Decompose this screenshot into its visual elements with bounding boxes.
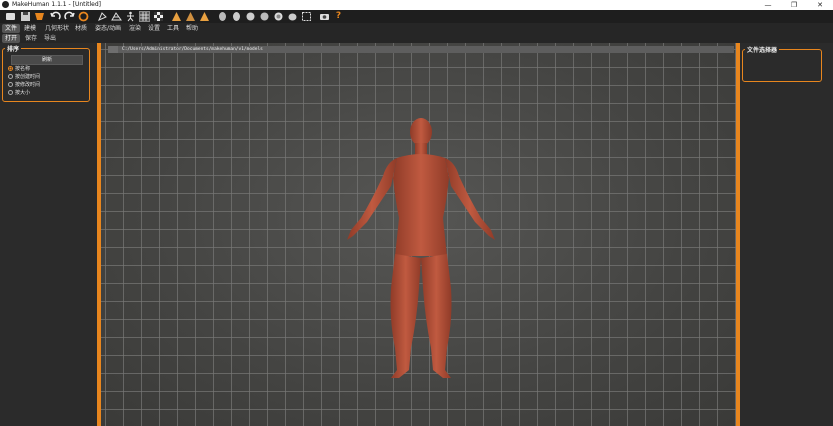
- window-title: MakeHuman 1.1.1 - [Untitled]: [12, 1, 102, 8]
- fit-view-icon[interactable]: [301, 11, 312, 22]
- radio-label: 按名称: [15, 66, 31, 72]
- radio-icon: [8, 74, 13, 79]
- makehuman-logo-icon: [2, 1, 9, 8]
- tab-utilities[interactable]: 工具: [164, 24, 182, 33]
- tab-modelling[interactable]: 建模: [21, 24, 39, 33]
- sort-by-modified-radio[interactable]: 按修改时间: [8, 81, 40, 89]
- main-menu-tabs: 文件 建模 几何形状 材质 姿态/动画 渲染 设置 工具 帮助: [0, 23, 833, 34]
- bottom-view-icon[interactable]: [231, 11, 242, 22]
- human-model[interactable]: [339, 118, 504, 382]
- right-view-icon[interactable]: [259, 11, 270, 22]
- wireframe-icon[interactable]: [111, 11, 122, 22]
- path-field[interactable]: C:/Users/Administrator/Documents/makehum…: [122, 46, 263, 53]
- redo-icon[interactable]: [64, 11, 75, 22]
- close-button[interactable]: ✕: [807, 0, 833, 10]
- minimize-button[interactable]: —: [755, 0, 781, 10]
- refresh-button[interactable]: 刷新: [11, 55, 83, 65]
- tab-geometry[interactable]: 几何形状: [42, 24, 72, 33]
- radio-icon: [8, 90, 13, 95]
- sort-by-name-radio[interactable]: 按名称: [8, 65, 30, 73]
- path-bar: C:/Users/Administrator/Documents/makehum…: [108, 46, 734, 53]
- front-view-icon[interactable]: [171, 11, 182, 22]
- left-view-icon[interactable]: [245, 11, 256, 22]
- tab-help[interactable]: 帮助: [183, 24, 201, 33]
- undo-icon[interactable]: [50, 11, 61, 22]
- sort-by-size-radio[interactable]: 按大小: [8, 89, 30, 97]
- radio-selected-icon: [8, 66, 13, 71]
- tab-file[interactable]: 文件: [2, 24, 21, 33]
- maximize-button[interactable]: ❐: [781, 0, 807, 10]
- reset-icon[interactable]: [78, 11, 89, 22]
- toolbar: ?: [0, 10, 833, 23]
- screenshot-icon[interactable]: [319, 11, 330, 22]
- export-icon[interactable]: [34, 11, 45, 22]
- pose-icon[interactable]: [125, 11, 136, 22]
- image-icon[interactable]: [5, 11, 16, 22]
- zoom-icon[interactable]: [287, 11, 298, 22]
- subtab-export[interactable]: 导出: [41, 34, 59, 43]
- file-chooser-group: 文件选择器: [742, 45, 822, 82]
- checker-icon[interactable]: [153, 11, 164, 22]
- tab-rendering[interactable]: 渲染: [126, 24, 144, 33]
- sort-group-title: 排序: [5, 44, 22, 53]
- radio-label: 按创建时间: [15, 74, 41, 80]
- grid-icon[interactable]: [139, 11, 150, 22]
- radio-icon: [8, 82, 13, 87]
- subtab-save[interactable]: 保存: [22, 34, 40, 43]
- sort-by-created-radio[interactable]: 按创建时间: [8, 73, 40, 81]
- left-panel: 排序 刷新 按名称 按创建时间 按修改时间 按大小: [0, 43, 97, 426]
- tab-material[interactable]: 材质: [72, 24, 90, 33]
- side-view-icon[interactable]: [185, 11, 196, 22]
- back-view-icon[interactable]: [199, 11, 210, 22]
- reset-camera-icon[interactable]: [273, 11, 284, 22]
- radio-label: 按大小: [15, 90, 31, 96]
- help-icon[interactable]: ?: [333, 11, 344, 22]
- sort-group: 排序 刷新 按名称 按创建时间 按修改时间 按大小: [2, 44, 90, 102]
- subtab-load[interactable]: 打开: [2, 34, 21, 43]
- window-title-bar: MakeHuman 1.1.1 - [Untitled] — ❐ ✕: [0, 0, 833, 10]
- browse-button[interactable]: [108, 46, 118, 53]
- file-chooser-title: 文件选择器: [745, 45, 780, 54]
- radio-label: 按修改时间: [15, 82, 41, 88]
- tab-pose-animation[interactable]: 姿态/动画: [92, 24, 124, 33]
- right-panel: 文件选择器: [740, 43, 833, 426]
- tab-settings[interactable]: 设置: [145, 24, 163, 33]
- file-subtabs: 打开 保存 导出: [0, 34, 833, 43]
- smooth-icon[interactable]: [97, 11, 108, 22]
- save-icon[interactable]: [20, 11, 31, 22]
- top-view-icon[interactable]: [217, 11, 228, 22]
